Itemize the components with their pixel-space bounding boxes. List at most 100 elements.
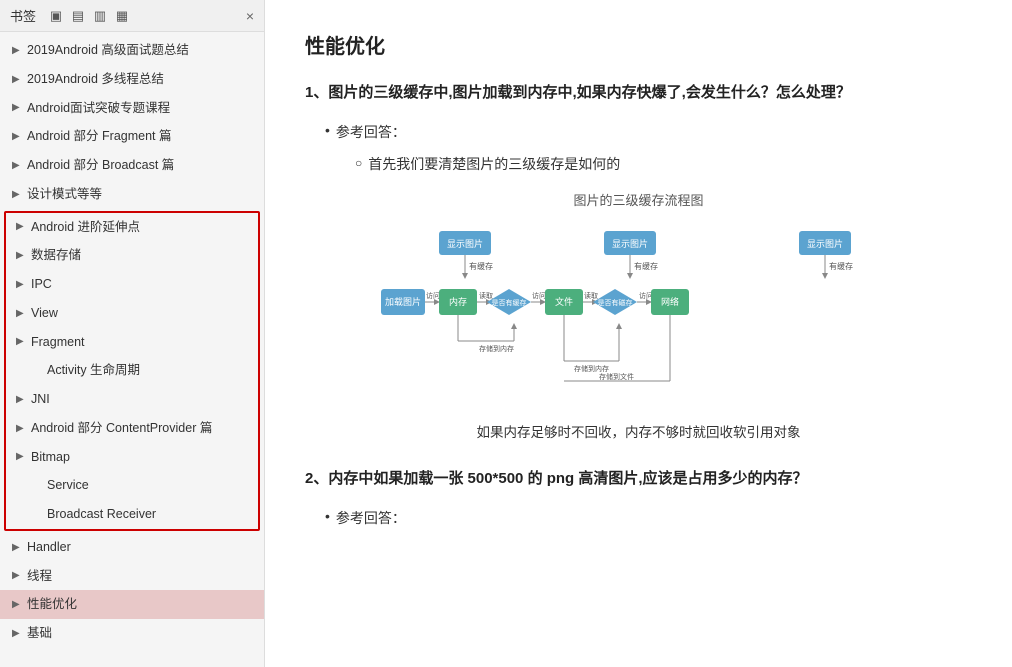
- sidebar-item-label: Fragment: [31, 333, 85, 352]
- sidebar-item-3[interactable]: ▶ Android面试突破专题课程: [0, 94, 264, 123]
- answer-text: 参考回答：: [336, 122, 406, 142]
- svg-text:显示图片: 显示图片: [446, 238, 482, 249]
- sidebar-item-4[interactable]: ▶ Android 部分 Fragment 篇: [0, 122, 264, 151]
- sidebar-item-5[interactable]: ▶ Android 部分 Broadcast 篇: [0, 151, 264, 180]
- svg-text:访问: 访问: [426, 291, 440, 300]
- arrow-icon: ▶: [12, 72, 22, 87]
- arrow-icon: ▶: [12, 43, 22, 58]
- sidebar-item-9[interactable]: ▶ IPC: [6, 270, 258, 299]
- svg-text:访问: 访问: [639, 291, 653, 300]
- sidebar-item-1[interactable]: ▶ 2019Android 高级面试题总结: [0, 36, 264, 65]
- sidebar-item-label: View: [31, 304, 58, 323]
- sidebar-item-thread[interactable]: ▶ 线程: [0, 562, 264, 591]
- sidebar-close-button[interactable]: ×: [246, 8, 254, 24]
- sidebar-item-label: 设计模式等等: [27, 185, 102, 204]
- sidebar-item-15[interactable]: ▶ Bitmap: [6, 443, 258, 472]
- sidebar-item-14[interactable]: ▶ Android 部分 ContentProvider 篇: [6, 414, 258, 443]
- sidebar-item-13[interactable]: ▶ JNI: [6, 385, 258, 414]
- arrow-icon: ▶: [16, 449, 26, 464]
- red-outline-group: ▶ Android 进阶延伸点 ▶ 数据存储 ▶ IPC ▶ View ▶ Fr…: [4, 211, 260, 531]
- sidebar-item-perf[interactable]: ▶ 性能优化: [0, 590, 264, 619]
- svg-text:有缓存: 有缓存: [829, 261, 853, 271]
- arrow-icon: ▶: [12, 597, 22, 612]
- sidebar-toolbar: ▣ ▤ ▥ ▦: [48, 8, 130, 24]
- sidebar-item-label: 性能优化: [27, 595, 77, 614]
- sidebar-icon-3[interactable]: ▥: [92, 8, 108, 24]
- sidebar-item-11[interactable]: ▶ Fragment: [6, 328, 258, 357]
- circle-bullet-icon: ○: [355, 156, 362, 170]
- sidebar: 书签 ▣ ▤ ▥ ▦ × ▶ 2019Android 高级面试题总结 ▶ 201…: [0, 0, 265, 667]
- sidebar-item-label: Android 进阶延伸点: [31, 218, 140, 237]
- sidebar-item-label: JNI: [31, 390, 50, 409]
- svg-text:读取: 读取: [479, 291, 493, 300]
- sidebar-item-label: IPC: [31, 275, 52, 294]
- arrow-icon: ▶: [16, 306, 26, 321]
- answer-text-2: 参考回答：: [336, 508, 406, 528]
- note-text: 如果内存足够时不回收，内存不够时就回收软引用对象: [305, 421, 972, 441]
- arrow-icon: ▶: [12, 568, 22, 583]
- sidebar-item-label: Android面试突破专题课程: [27, 99, 170, 118]
- sidebar-item-label: 2019Android 多线程总结: [27, 70, 164, 89]
- arrow-icon: ▶: [12, 540, 22, 555]
- arrow-icon: ▶: [16, 421, 26, 436]
- sidebar-item-basic[interactable]: ▶ 基础: [0, 619, 264, 648]
- sidebar-item-7[interactable]: ▶ Android 进阶延伸点: [6, 213, 258, 242]
- sidebar-item-2[interactable]: ▶ 2019Android 多线程总结: [0, 65, 264, 94]
- sidebar-item-label: Service: [47, 476, 89, 495]
- sidebar-item-handler[interactable]: ▶ Handler: [0, 533, 264, 562]
- answer-intro-2: • 参考回答：: [325, 508, 972, 528]
- bullet-icon-2: •: [325, 508, 330, 524]
- sidebar-item-label: Android 部分 Fragment 篇: [27, 127, 172, 146]
- sidebar-item-6[interactable]: ▶ 设计模式等等: [0, 180, 264, 209]
- arrow-icon: ▶: [12, 158, 22, 173]
- sidebar-icon-4[interactable]: ▦: [114, 8, 130, 24]
- sidebar-title: 书签: [10, 6, 36, 25]
- answer-intro-1: • 参考回答：: [325, 122, 972, 142]
- arrow-icon: ▶: [16, 334, 26, 349]
- svg-text:是否有缓存: 是否有缓存: [491, 298, 526, 307]
- sidebar-item-label: Bitmap: [31, 448, 70, 467]
- sub-answer-text: 首先我们要清楚图片的三级缓存是如何的: [368, 154, 620, 174]
- svg-text:存储到内存: 存储到内存: [479, 344, 514, 353]
- diagram-title: 图片的三级缓存流程图: [305, 190, 972, 209]
- sidebar-item-12[interactable]: ▶ Activity 生命周期: [6, 356, 258, 385]
- sidebar-item-label: 线程: [27, 567, 52, 586]
- sidebar-icon-2[interactable]: ▤: [70, 8, 86, 24]
- sidebar-item-label: Android 部分 ContentProvider 篇: [31, 419, 212, 438]
- sidebar-item-label: Activity 生命周期: [47, 361, 140, 380]
- svg-text:网络: 网络: [660, 296, 678, 307]
- arrow-icon: ▶: [16, 219, 26, 234]
- svg-text:存储到内存: 存储到内存: [574, 364, 609, 373]
- svg-text:有缓存: 有缓存: [469, 261, 493, 271]
- sidebar-item-8[interactable]: ▶ 数据存储: [6, 241, 258, 270]
- arrow-icon: ▶: [16, 392, 26, 407]
- sidebar-list: ▶ 2019Android 高级面试题总结 ▶ 2019Android 多线程总…: [0, 32, 264, 667]
- svg-text:显示图片: 显示图片: [806, 238, 842, 249]
- sidebar-icon-1[interactable]: ▣: [48, 8, 64, 24]
- flow-diagram-svg: 显示图片 显示图片 显示图片 有缓存 有缓存 有缓存 加载图片: [379, 221, 899, 401]
- sidebar-item-label: 基础: [27, 624, 52, 643]
- main-content: 性能优化 1、图片的三级缓存中,图片加载到内存中,如果内存快爆了,会发生什么？怎…: [265, 0, 1012, 667]
- question-1: 1、图片的三级缓存中,图片加载到内存中,如果内存快爆了,会发生什么？怎么处理？: [305, 79, 972, 106]
- svg-text:访问: 访问: [532, 291, 546, 300]
- bullet-icon: •: [325, 122, 330, 138]
- arrow-icon: ▶: [12, 187, 22, 202]
- arrow-icon: ▶: [16, 248, 26, 263]
- sidebar-item-label: Android 部分 Broadcast 篇: [27, 156, 174, 175]
- sidebar-item-broadcast-receiver[interactable]: ▶ Broadcast Receiver: [6, 500, 258, 529]
- sidebar-item-label: Broadcast Receiver: [47, 505, 156, 524]
- svg-text:加载图片: 加载图片: [384, 296, 420, 307]
- sidebar-item-10[interactable]: ▶ View: [6, 299, 258, 328]
- svg-text:有缓存: 有缓存: [634, 261, 658, 271]
- svg-text:是否有磁存: 是否有磁存: [597, 298, 632, 307]
- svg-text:存储到文件: 存储到文件: [599, 372, 634, 381]
- sub-answer-1: ○ 首先我们要清楚图片的三级缓存是如何的: [355, 154, 972, 174]
- arrow-icon: ▶: [12, 626, 22, 641]
- page-title: 性能优化: [305, 30, 972, 59]
- question-2: 2、内存中如果加载一张 500*500 的 png 高清图片,应该是占用多少的内…: [305, 465, 972, 492]
- sidebar-item-label: Handler: [27, 538, 71, 557]
- sidebar-item-service[interactable]: ▶ Service: [6, 471, 258, 500]
- arrow-icon: ▶: [12, 129, 22, 144]
- svg-text:读取: 读取: [584, 291, 598, 300]
- arrow-icon: ▶: [16, 277, 26, 292]
